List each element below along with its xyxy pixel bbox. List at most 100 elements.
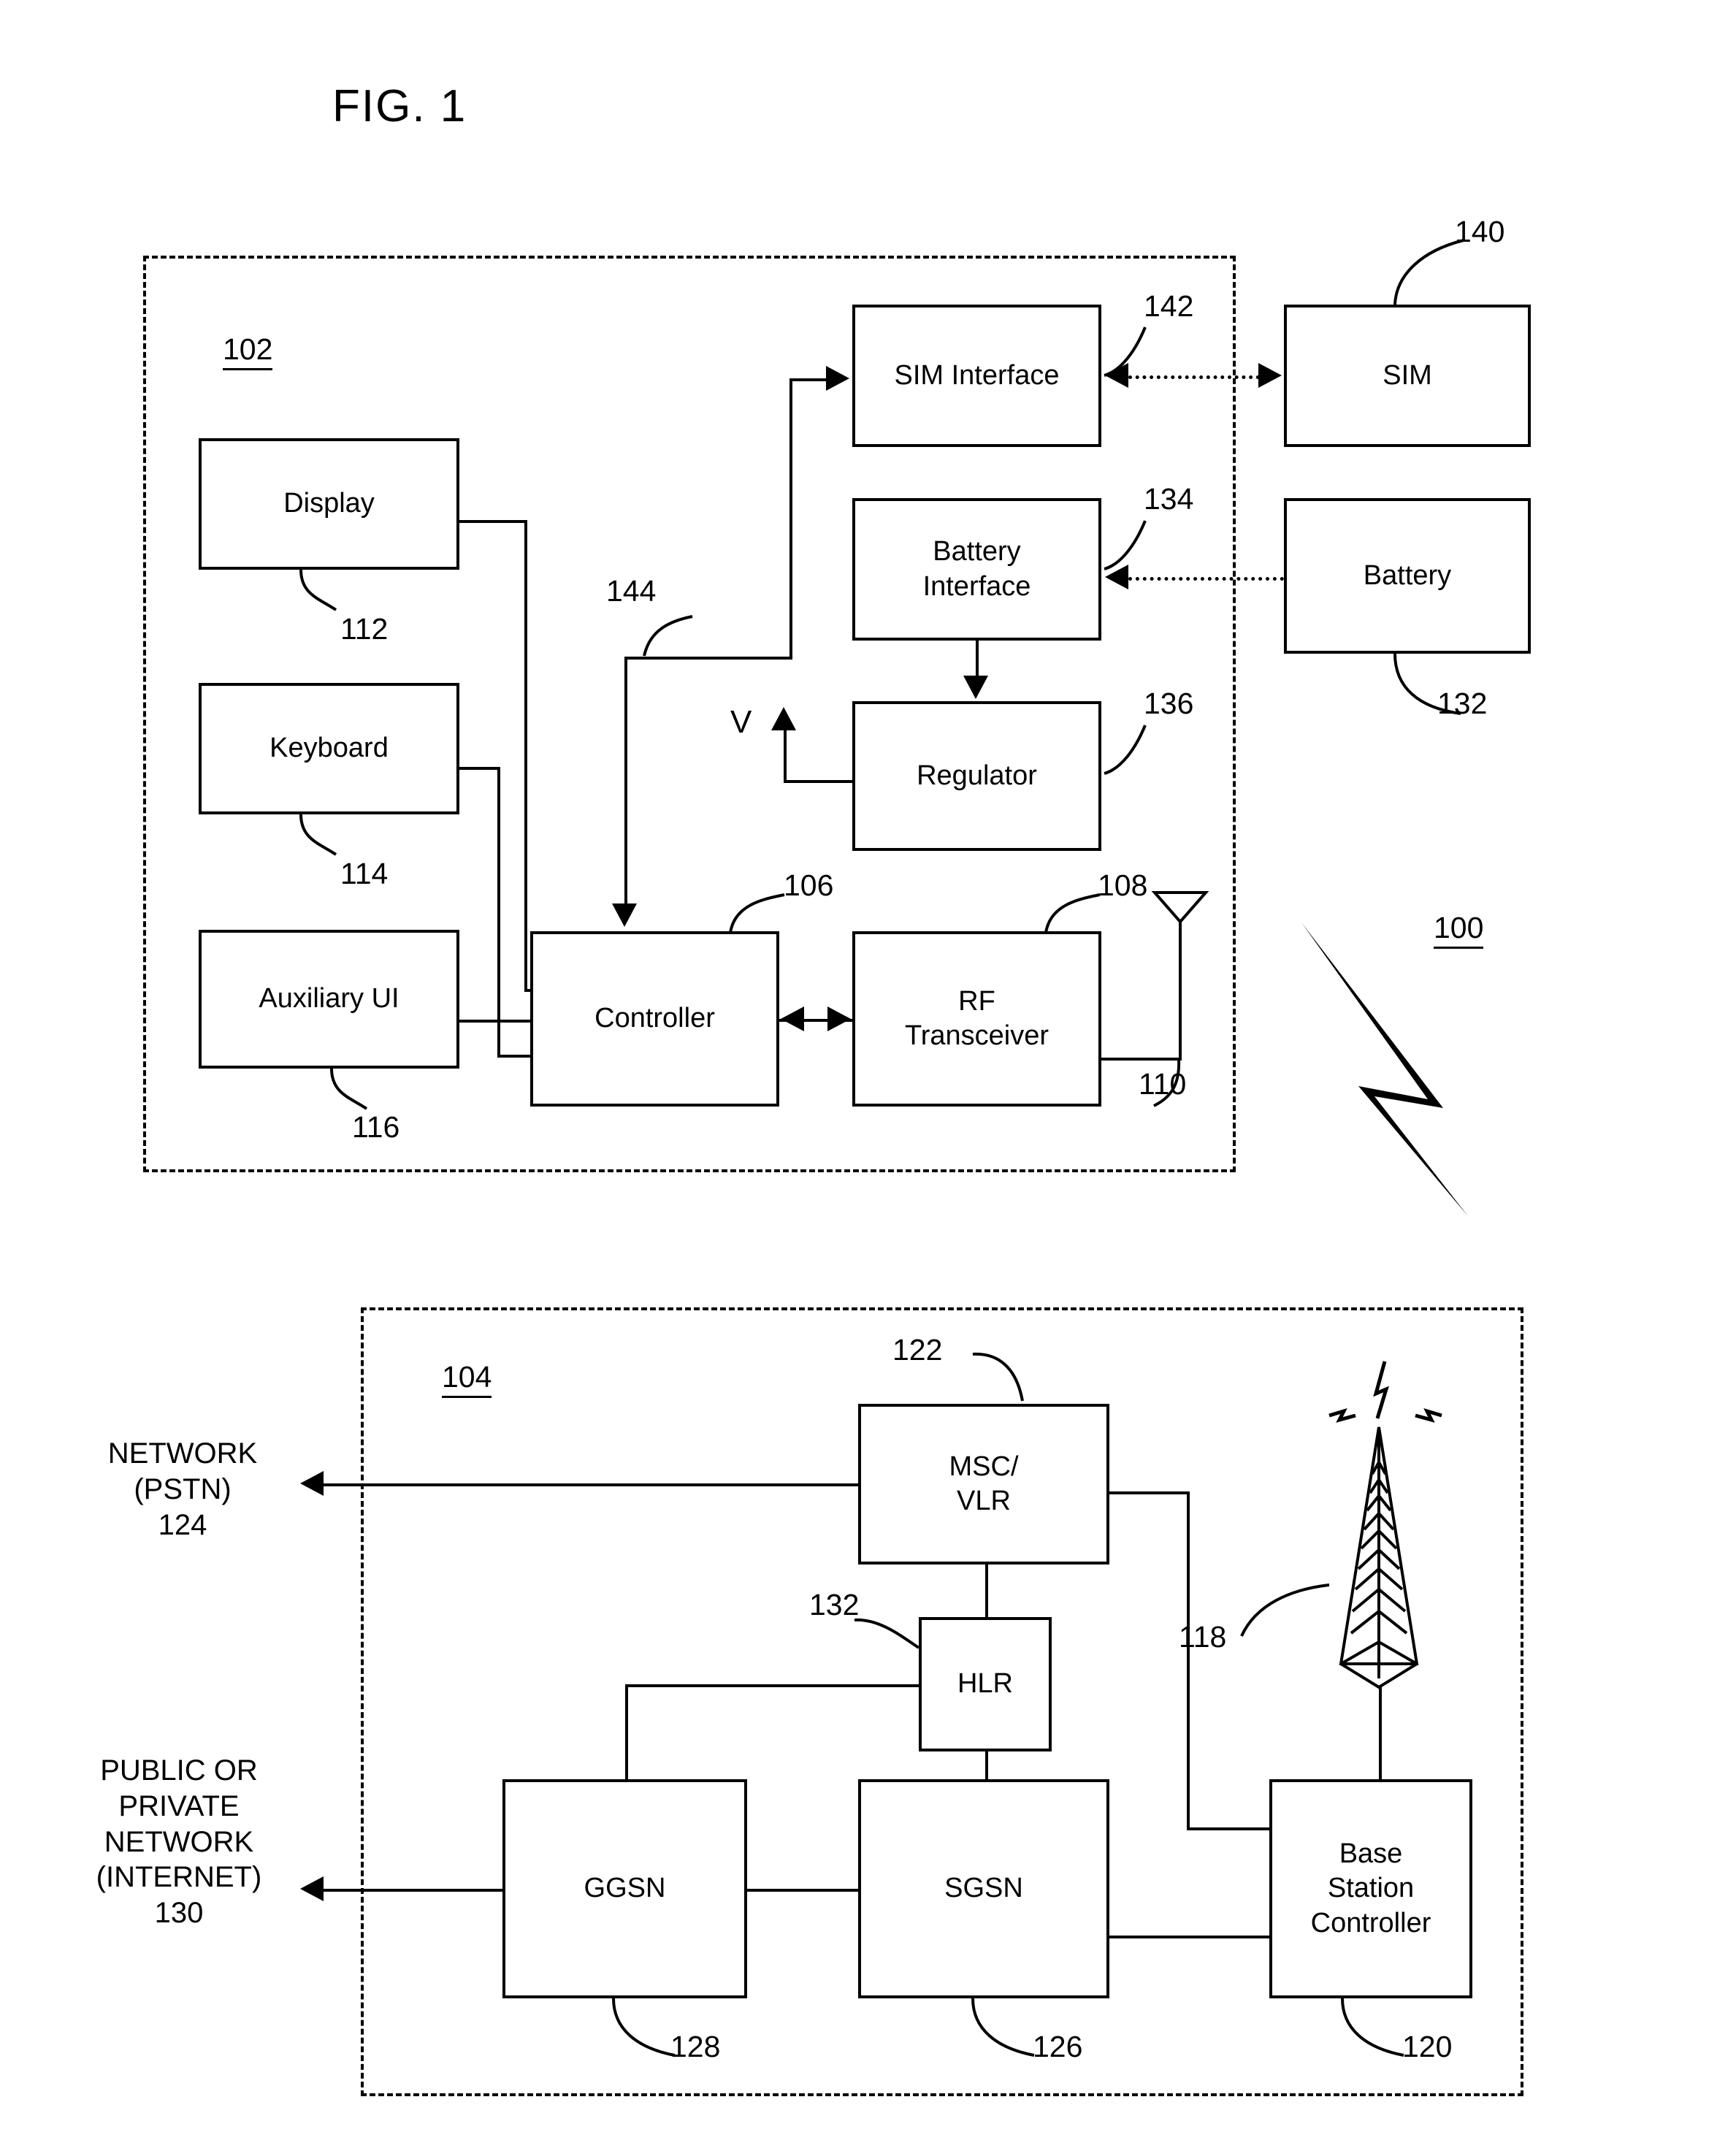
leader-118 bbox=[1240, 1583, 1330, 1637]
block-controller-label: Controller bbox=[594, 1003, 715, 1034]
block-sim-label: SIM bbox=[1383, 359, 1432, 391]
block-battery: Battery bbox=[1284, 498, 1531, 654]
arrowhead-battery-if bbox=[1105, 565, 1128, 589]
block-bsc-label-1: Base bbox=[1339, 1838, 1403, 1869]
wire-aux-down bbox=[497, 1020, 500, 1055]
leader-144 bbox=[643, 615, 693, 657]
ref-114: 114 bbox=[340, 857, 389, 890]
ref-132-battery: 132 bbox=[1437, 687, 1488, 720]
leader-136 bbox=[1104, 725, 1147, 775]
ref-136: 136 bbox=[1144, 687, 1194, 720]
wire-display-out bbox=[459, 520, 527, 523]
ref-134: 134 bbox=[1144, 482, 1194, 516]
wire-144-to-sim-if bbox=[789, 378, 827, 381]
ref-144: 144 bbox=[606, 574, 657, 608]
block-rf-transceiver-label-2: Transceiver bbox=[904, 1020, 1049, 1051]
ref-106: 106 bbox=[784, 868, 834, 902]
wire-ggsn-internet bbox=[324, 1889, 504, 1892]
ref-108: 108 bbox=[1098, 868, 1148, 902]
block-battery-label: Battery bbox=[1363, 559, 1452, 591]
antenna-icon bbox=[1151, 891, 1209, 925]
wire-msc-right-out bbox=[1108, 1491, 1190, 1494]
block-auxiliary-ui: Auxiliary UI bbox=[199, 930, 459, 1069]
wire-battery-if-regulator bbox=[976, 641, 979, 677]
block-msc-vlr-label-2: VLR bbox=[957, 1486, 1011, 1516]
wire-keyboard-into-controller bbox=[497, 1020, 533, 1023]
wire-antenna-riser bbox=[1179, 922, 1182, 1059]
block-regulator-label: Regulator bbox=[917, 760, 1037, 791]
block-regulator: Regulator bbox=[852, 701, 1101, 851]
ref-104: 104 bbox=[442, 1360, 492, 1398]
block-base-station-controller: Base Station Controller bbox=[1269, 1779, 1472, 1998]
leader-134 bbox=[1104, 520, 1147, 570]
ref-120: 120 bbox=[1402, 2030, 1453, 2063]
ref-110: 110 bbox=[1139, 1067, 1187, 1101]
arrowhead-controller-rf-left bbox=[781, 1006, 804, 1031]
wire-hlr-ggsn-vertical bbox=[625, 1684, 628, 1781]
block-ggsn: GGSN bbox=[502, 1779, 747, 1998]
block-display: Display bbox=[199, 438, 459, 570]
block-auxiliary-ui-label: Auxiliary UI bbox=[259, 983, 399, 1015]
ref-102: 102 bbox=[223, 332, 273, 370]
ref-112: 112 bbox=[340, 612, 389, 646]
block-display-label: Display bbox=[283, 488, 375, 519]
wire-keyboard-out bbox=[459, 767, 500, 770]
arrowhead-controller-rf-right bbox=[827, 1006, 851, 1031]
arrowhead-regulator-in bbox=[963, 676, 988, 699]
ref-140: 140 bbox=[1455, 215, 1505, 248]
wire-msc-bsc-vertical bbox=[1187, 1491, 1190, 1829]
block-controller: Controller bbox=[530, 931, 779, 1107]
ref-122: 122 bbox=[892, 1333, 943, 1367]
internet-network-label: PUBLIC OR PRIVATE NETWORK (INTERNET) 130 bbox=[96, 1754, 262, 1930]
block-sgsn-label: SGSN bbox=[944, 1873, 1023, 1904]
block-bsc-label-2: Station bbox=[1327, 1873, 1415, 1904]
block-sim-interface-label: SIM Interface bbox=[894, 359, 1060, 391]
block-hlr-label: HLR bbox=[957, 1668, 1014, 1700]
wire-display-down bbox=[524, 520, 527, 989]
block-battery-interface-label-2: Interface bbox=[922, 570, 1031, 602]
patent-figure-page: FIG. 1 102 Display 112 Keyboard 114 Auxi… bbox=[0, 0, 1736, 2151]
wire-msc-hlr bbox=[985, 1564, 988, 1619]
block-rf-transceiver: RF Transceiver bbox=[852, 931, 1101, 1107]
wire-144-vertical bbox=[624, 657, 627, 903]
wire-keyboard-down bbox=[497, 767, 500, 1020]
wire-hlr-sgsn bbox=[985, 1750, 988, 1781]
ref-132-hlr: 132 bbox=[809, 1588, 860, 1621]
wire-battery-to-battery-if bbox=[1128, 577, 1284, 581]
wire-144-riser bbox=[789, 378, 792, 658]
wire-regulator-v bbox=[784, 780, 854, 783]
ref-116: 116 bbox=[352, 1110, 400, 1144]
block-keyboard-label: Keyboard bbox=[269, 733, 389, 764]
ref-100: 100 bbox=[1434, 911, 1484, 949]
arrowhead-pstn bbox=[300, 1471, 324, 1496]
ref-118: 118 bbox=[1179, 1620, 1227, 1654]
block-keyboard: Keyboard bbox=[199, 683, 459, 814]
block-battery-interface: Battery Interface bbox=[852, 498, 1101, 641]
wire-sgsn-bsc bbox=[1108, 1936, 1271, 1938]
block-msc-vlr: MSC/ VLR bbox=[858, 1404, 1109, 1564]
arrowhead-144-controller bbox=[612, 903, 637, 927]
block-sim: SIM bbox=[1284, 305, 1531, 447]
ref-128: 128 bbox=[670, 2030, 721, 2063]
lightning-bolt-icon bbox=[1301, 922, 1468, 1216]
ref-126: 126 bbox=[1033, 2030, 1083, 2063]
wire-ggsn-sgsn bbox=[746, 1889, 860, 1892]
block-sgsn: SGSN bbox=[858, 1779, 1109, 1998]
block-sim-interface: SIM Interface bbox=[852, 305, 1101, 447]
arrowhead-v-out bbox=[771, 707, 796, 730]
arrowhead-sim-if bbox=[1105, 363, 1128, 388]
wire-aux-into-controller bbox=[497, 1055, 533, 1058]
block-ggsn-label: GGSN bbox=[584, 1873, 666, 1904]
block-rf-transceiver-label-1: RF bbox=[958, 985, 995, 1017]
ref-142: 142 bbox=[1144, 289, 1194, 323]
label-v: V bbox=[730, 704, 752, 740]
pstn-network-label: NETWORK (PSTN) 124 bbox=[107, 1437, 258, 1541]
arrowhead-sim bbox=[1258, 363, 1282, 388]
block-battery-interface-label-1: Battery bbox=[933, 536, 1021, 567]
figure-title: FIG. 1 bbox=[332, 81, 467, 131]
leader-122 bbox=[972, 1352, 1024, 1402]
arrowhead-144-sim-interface bbox=[826, 366, 849, 391]
wire-msc-bsc-into bbox=[1187, 1827, 1271, 1830]
wire-v-riser bbox=[784, 730, 787, 782]
leader-132-hlr bbox=[854, 1618, 920, 1649]
